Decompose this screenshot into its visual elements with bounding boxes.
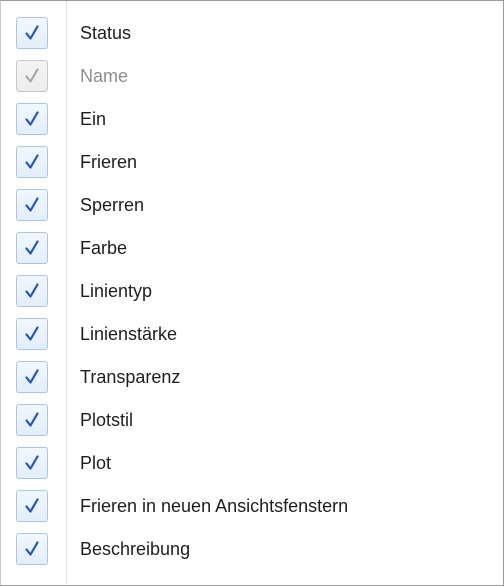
menu-item-label: Name [80, 66, 129, 86]
checkmark-icon [16, 189, 48, 221]
checkmark-icon [16, 404, 48, 436]
menu-item-label: Status [80, 23, 132, 43]
menu-item-label: Frieren [80, 152, 138, 172]
checkmark-icon [16, 146, 48, 178]
menu-item-name: Name [1, 56, 503, 96]
menu-item-label: Transparenz [80, 367, 181, 387]
menu-item-status[interactable]: Status [1, 13, 503, 53]
menu-item-plotstil[interactable]: Plotstil [1, 400, 503, 440]
menu-item-linienstaerke[interactable]: Linienstärke [1, 314, 503, 354]
menu-item-farbe[interactable]: Farbe [1, 228, 503, 268]
checkmark-icon [16, 17, 48, 49]
menu-item-transparenz[interactable]: Transparenz [1, 357, 503, 397]
menu-item-sperren[interactable]: Sperren [1, 185, 503, 225]
checkmark-icon [16, 318, 48, 350]
checkmark-icon [16, 361, 48, 393]
menu-item-label: Ein [80, 109, 107, 129]
menu-item-label: Sperren [80, 195, 145, 215]
checkmark-icon [16, 60, 48, 92]
checkmark-icon [16, 447, 48, 479]
menu-item-label: Farbe [80, 238, 128, 258]
menu-item-beschreibung[interactable]: Beschreibung [1, 529, 503, 569]
menu-item-label: Frieren in neuen Ansichtsfenstern [80, 496, 349, 516]
checkmark-icon [16, 533, 48, 565]
menu-item-label: Beschreibung [80, 539, 191, 559]
menu-item-label: Linienstärke [80, 324, 178, 344]
menu-item-frieren[interactable]: Frieren [1, 142, 503, 182]
menu-item-linientyp[interactable]: Linientyp [1, 271, 503, 311]
checkmark-icon [16, 275, 48, 307]
menu-item-frieren-in-neuen-ansichtsfenstern[interactable]: Frieren in neuen Ansichtsfenstern [1, 486, 503, 526]
checkmark-icon [16, 232, 48, 264]
column-visibility-menu: Status Name Ein Frieren Sperren Farbe Li… [0, 0, 504, 586]
menu-item-ein[interactable]: Ein [1, 99, 503, 139]
menu-item-plot[interactable]: Plot [1, 443, 503, 483]
checkmark-icon [16, 103, 48, 135]
menu-item-label: Linientyp [80, 281, 153, 301]
menu-item-label: Plotstil [80, 410, 134, 430]
checkmark-icon [16, 490, 48, 522]
menu-item-label: Plot [80, 453, 112, 473]
